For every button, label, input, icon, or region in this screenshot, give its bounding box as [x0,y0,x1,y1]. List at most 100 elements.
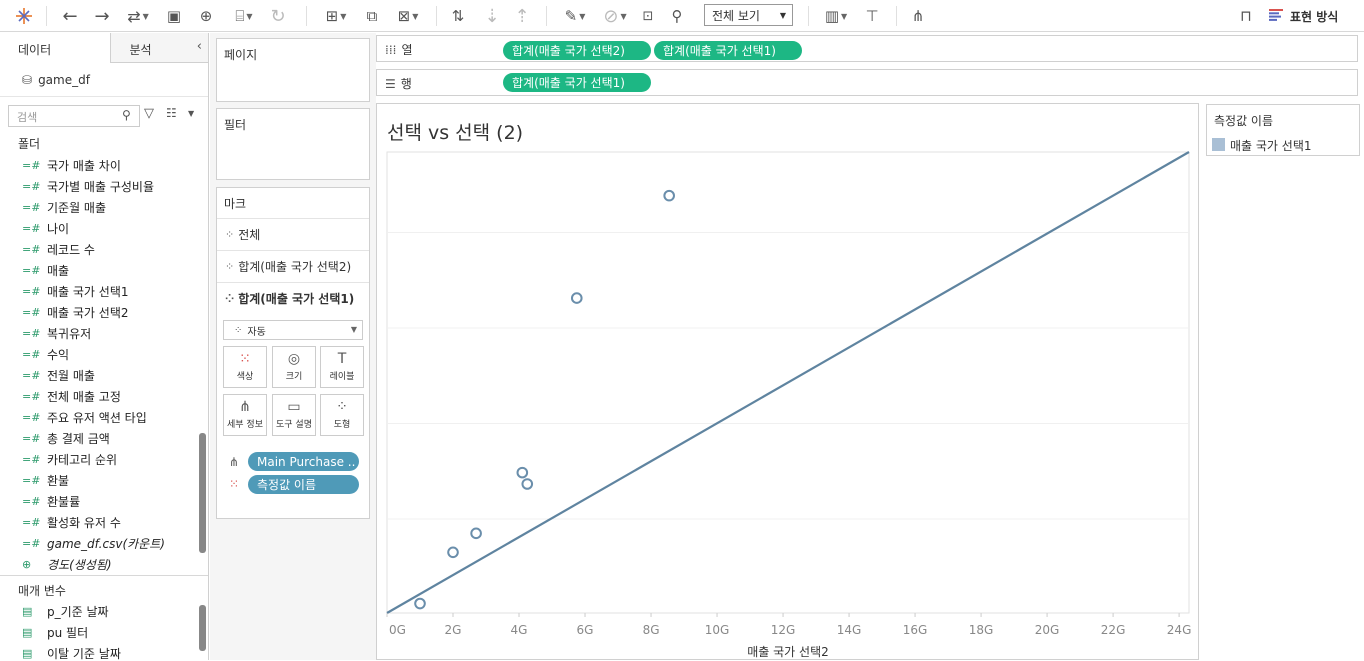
field-item[interactable]: ⊕ 경도(생성됨) [0,554,208,575]
pin-icon[interactable]: ⚲ [666,4,688,28]
new-datasource-icon[interactable]: ⊕ [194,4,218,28]
x-tick-label: 22G [1101,623,1126,637]
duplicate-sheet-icon[interactable]: ⧉ [360,4,384,28]
new-worksheet-icon[interactable]: ⊞ ▼ [318,4,354,28]
replay-icon[interactable]: ⇄ ▼ [120,4,156,28]
x-tick-label: 14G [837,623,862,637]
field-item[interactable]: =# 복귀유저 [0,323,208,344]
signpost-icon[interactable]: ⊓ [1234,4,1258,28]
color-icon: ⁙ [239,351,251,367]
field-label: 전체 매출 고정 [47,390,121,404]
rows-shelf[interactable]: ☰ 행 합계(매출 국가 선택1) [376,69,1358,96]
columns-pill-2[interactable]: 합계(매출 국가 선택1) [654,41,802,60]
tab-data[interactable]: 데이터 [0,33,112,63]
list-view-icon[interactable]: ☷ [166,106,177,120]
show-me-button[interactable]: 표현 방식 [1269,6,1338,26]
mark-type-select[interactable]: ⁘ 자동 ▼ [223,320,363,340]
field-item[interactable]: =# 수익 [0,344,208,365]
share-icon[interactable]: ⋔ [906,4,930,28]
field-item[interactable]: =# 국가 매출 차이 [0,155,208,176]
marks-tab-sum1[interactable]: ⁘ 합계(매출 국가 선택1) [217,282,369,314]
sort-ascending-icon[interactable]: ⇣ [480,4,504,28]
calendar-icon: ▤ [22,605,33,618]
field-item[interactable]: =# 매출 국가 선택2 [0,302,208,323]
color-pill[interactable]: 측정값 이름 [248,475,359,494]
field-item[interactable]: =# 전월 매출 [0,365,208,386]
field-item[interactable]: =# 나이 [0,218,208,239]
param-item[interactable]: ▤ pu 필터 [0,622,208,643]
measure-icon: =# [22,348,41,361]
field-label: 기준월 매출 [47,201,107,215]
marks-tab-all[interactable]: ⁘ 전체 [217,218,369,250]
param-item[interactable]: ▤ 이탈 기준 날짜 [0,643,208,660]
tab-analysis[interactable]: 분석 ‹ [111,33,208,63]
detail-button[interactable]: ⋔ 세부 정보 [223,394,267,436]
filters-card[interactable]: 필터 [216,108,370,180]
measure-icon: =# [22,222,41,235]
legend-item[interactable]: 매출 국가 선택1 [1230,137,1312,154]
columns-pill-1[interactable]: 합계(매출 국가 선택2) [503,41,651,60]
field-item[interactable]: =# 기준월 매출 [0,197,208,218]
field-item[interactable]: =# 국가별 매출 구성비율 [0,176,208,197]
size-button[interactable]: ◎ 크기 [272,346,316,388]
undo-icon[interactable]: ← [58,4,82,28]
x-tick-label: 18G [969,623,994,637]
x-tick-label: 0G [389,623,406,637]
refresh-icon[interactable]: ↻ [266,4,290,28]
collapse-pane-icon[interactable]: ‹ [197,39,202,54]
chart-view: 선택 vs 선택 (2) 0G 2G 4G 6G 8G 10G 12G 14G 16G 18G 20… [376,103,1199,660]
field-item[interactable]: =# 매출 국가 선택1 [0,281,208,302]
data-point [414,597,426,610]
legend-swatch[interactable] [1212,138,1225,151]
rows-pill-1[interactable]: 합계(매출 국가 선택1) [503,73,651,92]
field-item[interactable]: =# 환불률 [0,491,208,512]
label-button[interactable]: T 레이블 [320,346,364,388]
show-labels-icon[interactable]: ⊡ [637,4,659,28]
search-input[interactable]: 검색 [8,105,140,127]
cards-toggle-icon[interactable]: ▥ ▼ [818,4,854,28]
save-icon[interactable]: ▣ [162,4,186,28]
view-select[interactable]: 전체 보기 ▼ [704,4,793,26]
tooltip-button[interactable]: ▭ 도구 설명 [272,394,316,436]
field-item[interactable]: =# 환불 [0,470,208,491]
filters-title: 필터 [224,118,247,132]
params-scrollbar[interactable] [199,605,206,651]
shape-button[interactable]: ⁘ 도형 [320,394,364,436]
field-item[interactable]: =# game_df.csv(카운트) [0,533,208,554]
label-icon: T [337,351,347,367]
field-item[interactable]: =# 매출 [0,260,208,281]
sort-descending-icon[interactable]: ⇡ [510,4,534,28]
x-tick-label: 2G [445,623,462,637]
measure-icon: =# [22,516,41,529]
pages-card[interactable]: 페이지 [216,38,370,102]
field-item[interactable]: =# 주요 유저 액션 타입 [0,407,208,428]
measure-icon: =# [22,327,41,340]
param-item[interactable]: ▤ p_기준 날짜 [0,601,208,622]
field-item[interactable]: =# 총 결제 금액 [0,428,208,449]
datasource-item[interactable]: ⛁ game_df [0,63,208,97]
columns-shelf[interactable]: ⁞⁞⁞ 열 합계(매출 국가 선택2) 합계(매출 국가 선택1) [376,35,1358,62]
field-item[interactable]: =# 전체 매출 고정 [0,386,208,407]
marks-tab-sum2[interactable]: ⁘ 합계(매출 국가 선택2) [217,250,369,282]
swap-axes-icon[interactable]: ⇅ [446,4,470,28]
fields-scrollbar[interactable] [199,433,206,553]
tableau-logo-icon[interactable] [12,4,36,28]
highlight-icon[interactable]: ✎ ▼ [558,4,592,28]
filter-icon[interactable]: ▽ [144,106,154,121]
field-item[interactable]: =# 레코드 수 [0,239,208,260]
measure-icon: =# [22,285,41,298]
clear-sheet-icon[interactable]: ⊠ ▼ [390,4,426,28]
group-icon[interactable]: ⊘ ▼ [598,4,632,28]
measure-icon: =# [22,537,41,550]
color-button[interactable]: ⁙ 색상 [223,346,267,388]
detail-icon: ⋔ [239,399,251,415]
redo-icon[interactable]: → [90,4,114,28]
param-label: pu 필터 [47,626,89,640]
field-item[interactable]: =# 활성화 유저 수 [0,512,208,533]
chevron-down-icon[interactable]: ▼ [188,109,194,118]
detail-pill[interactable]: Main Purchase .. [248,452,359,471]
pause-updates-icon[interactable]: ⌸ ▼ [226,4,262,28]
presentation-icon[interactable]: ⊤ [860,4,884,28]
pages-title: 페이지 [224,48,258,62]
field-item[interactable]: =# 카테고리 순위 [0,449,208,470]
